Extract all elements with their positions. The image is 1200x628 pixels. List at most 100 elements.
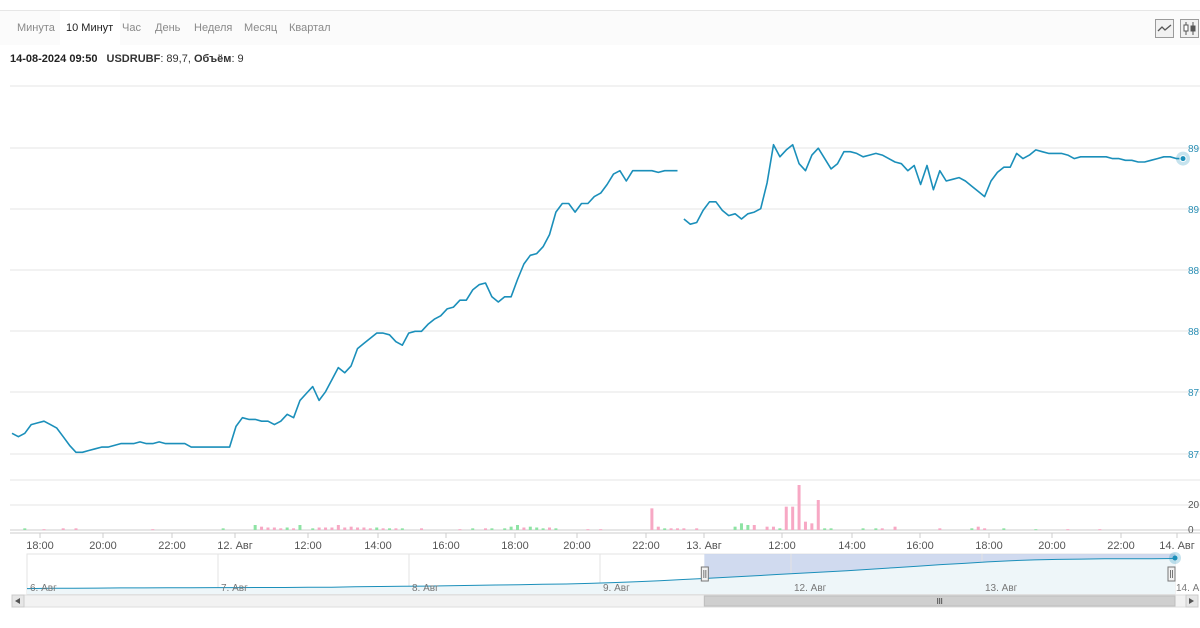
navigator-tick-label: 8. Авг [412, 583, 439, 594]
volume-bar [528, 526, 532, 530]
volume-bar [586, 529, 590, 531]
x-tick-label: 12. Авг [217, 540, 253, 552]
volume-bar [682, 528, 686, 530]
volume-bar [861, 528, 865, 530]
volume-bar [420, 528, 424, 530]
x-tick-label: 22:00 [1107, 540, 1135, 552]
volume-bar [893, 526, 897, 530]
volume-bar [522, 527, 526, 530]
x-tick-label: 14:00 [838, 540, 866, 552]
y-tick-label: 87 [1188, 388, 1200, 399]
x-tick-label: 12:00 [294, 540, 322, 552]
volume-bar [42, 529, 46, 531]
navigator-tick-label: 9. Авг [603, 583, 630, 594]
volume-tick-label: 0 [1188, 525, 1194, 536]
volume-bar [784, 506, 788, 530]
volume-bar [650, 508, 654, 530]
volume-bar [695, 528, 699, 530]
x-tick-label: 14. Авг [1159, 540, 1195, 552]
volume-bar [976, 526, 980, 530]
navigator-end-marker [1172, 555, 1178, 561]
volume-bar [349, 526, 353, 530]
volume-bar [266, 527, 270, 530]
x-tick-label: 22:00 [632, 540, 660, 552]
volume-bar [1034, 529, 1038, 531]
x-tick-label: 14:00 [364, 540, 392, 552]
volume-bar [375, 527, 379, 530]
price-series [11, 143, 1190, 454]
x-tick-label: 20:00 [89, 540, 117, 552]
volume-bar [324, 527, 328, 530]
volume-bar [343, 527, 347, 530]
volume-bar [311, 528, 315, 530]
price-line-segment [11, 169, 678, 454]
y-tick-label: 89 [1188, 205, 1200, 216]
navigator-tick-label: 13. Авг [985, 583, 1018, 594]
volume-bar [823, 528, 827, 530]
volume-bar [458, 529, 462, 531]
x-tick-label: 16:00 [432, 540, 460, 552]
volume-bar [317, 527, 321, 530]
volume-bar [1066, 529, 1070, 531]
navigator-handle-left[interactable] [700, 566, 709, 582]
volume-bar [541, 528, 545, 530]
volume-bar [330, 527, 334, 530]
navigator-handle-right[interactable] [1167, 566, 1176, 582]
volume-bar [803, 521, 807, 530]
volume-bar [484, 528, 488, 530]
navigator-tick-label: 14. Ав [1176, 583, 1200, 594]
x-tick-label: 12:00 [768, 540, 796, 552]
navigator[interactable]: 6. Авг 7. Авг 8. Авг 9. Авг 12. Авг 13. Авг 14… [26, 552, 1200, 595]
volume-bar [471, 528, 475, 530]
volume-bar [778, 528, 782, 530]
x-tick-label: 13. Авг [686, 540, 722, 552]
x-tick-label: 18:00 [501, 540, 529, 552]
volume-bar [599, 529, 603, 531]
y-tick-label: 88 [1188, 327, 1200, 338]
price-line-segment [683, 143, 1183, 225]
scrollbar[interactable] [11, 594, 1199, 608]
volume-bar [733, 526, 737, 530]
volume-bar [656, 526, 660, 530]
volume-bar [74, 528, 78, 530]
volume-grid [10, 479, 1200, 531]
last-point-marker [1179, 155, 1187, 163]
x-tick-label: 20:00 [1038, 540, 1066, 552]
volume-bar [535, 527, 539, 530]
volume-bar [675, 528, 679, 530]
volume-bar [765, 526, 769, 530]
volume-bar [362, 527, 366, 530]
volume-bar [279, 528, 283, 530]
price-grid [10, 85, 1200, 455]
volume-bar [746, 525, 750, 530]
volume-bar [938, 528, 942, 530]
navigator-tick-label: 12. Авг [794, 583, 827, 594]
volume-bar [490, 528, 494, 530]
y-tick-label: 89 [1188, 144, 1200, 155]
volume-bar [797, 485, 801, 530]
y-axis-labels: 89 89 88 88 87 87 [1188, 144, 1200, 461]
volume-bar [983, 528, 987, 530]
volume-bar [739, 523, 743, 530]
volume-bar [771, 526, 775, 530]
volume-bar [874, 528, 878, 530]
volume-bar [816, 500, 820, 530]
volume-bar [336, 525, 340, 530]
x-tick-label: 20:00 [563, 540, 591, 552]
y-tick-label: 88 [1188, 266, 1200, 277]
volume-bar [61, 528, 65, 530]
volume-bar [752, 525, 756, 530]
volume-bar [368, 528, 372, 530]
volume-bar [253, 525, 257, 530]
volume-bar [554, 528, 558, 530]
volume-bar [1098, 529, 1102, 531]
volume-bar [663, 528, 667, 530]
volume-bar [503, 528, 507, 530]
volume-bar [23, 528, 27, 530]
volume-bar [298, 525, 302, 530]
volume-bar [810, 523, 814, 530]
volume-bar [400, 528, 404, 530]
x-tick-label: 16:00 [906, 540, 934, 552]
volume-bar [272, 527, 276, 530]
volume-bar [829, 528, 833, 530]
